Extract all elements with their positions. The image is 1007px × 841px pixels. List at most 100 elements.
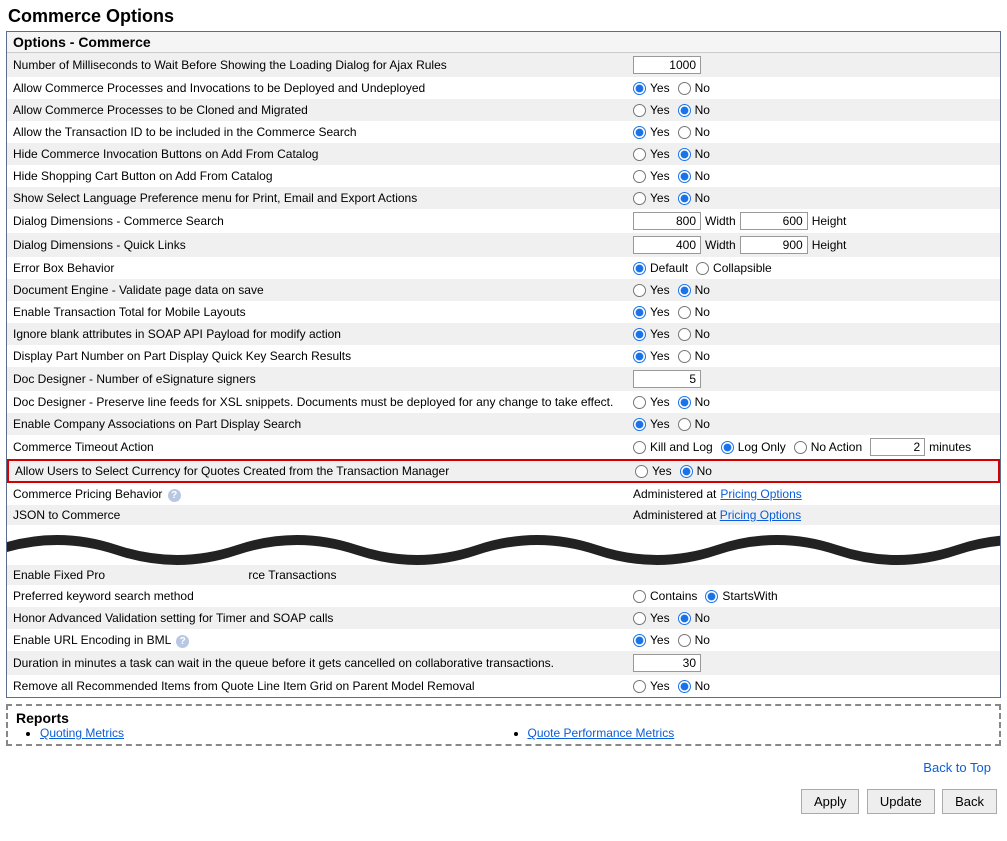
help-icon[interactable]: ? [176,635,189,648]
row-soap-blank: Ignore blank attributes in SOAP API Payl… [7,323,1000,345]
row-linefeed: Doc Designer - Preserve line feeds for X… [7,391,1000,413]
radio-timeout-kill[interactable] [633,441,646,454]
radio-label: Yes [650,349,670,363]
row-fixed-partial: Enable Fixed Pro rce Transactions [7,565,1000,585]
input-dim-quick-h[interactable] [740,236,808,254]
radio-label: Log Only [738,440,786,454]
apply-button[interactable]: Apply [801,789,860,814]
radio-lang-no[interactable] [678,192,691,205]
row-lang-pref: Show Select Language Preference menu for… [7,187,1000,209]
label-text: Enable URL Encoding in BML [13,633,171,647]
radio-txnid-no[interactable] [678,126,691,139]
label-deploy: Allow Commerce Processes and Invocations… [13,81,633,95]
radio-ca-no[interactable] [678,418,691,431]
radio-startswith[interactable] [705,590,718,603]
radio-soap-no[interactable] [678,328,691,341]
link-quote-performance[interactable]: Quote Performance Metrics [528,726,675,740]
radio-removerec-no[interactable] [678,680,691,693]
radio-label: Yes [650,327,670,341]
radio-label: No [695,283,710,297]
radio-errbox-coll[interactable] [696,262,709,275]
radio-clone-no[interactable] [678,104,691,117]
link-quoting-metrics[interactable]: Quoting Metrics [40,726,124,740]
radio-timeout-log[interactable] [721,441,734,454]
radio-currency-no[interactable] [680,465,693,478]
help-icon[interactable]: ? [168,489,181,502]
radio-label: No [695,81,710,95]
radio-hide-inv-yes[interactable] [633,148,646,161]
radio-hide-cart-yes[interactable] [633,170,646,183]
reports-section: Reports Quoting Metrics Quote Performanc… [6,704,1001,746]
input-esig[interactable] [633,370,701,388]
radio-honor-yes[interactable] [633,612,646,625]
radio-urlenc-no[interactable] [678,634,691,647]
radio-lf-yes[interactable] [633,396,646,409]
back-button[interactable]: Back [942,789,997,814]
input-dim-search-w[interactable] [633,212,701,230]
label-timeout: Commerce Timeout Action [13,440,633,454]
radio-ca-yes[interactable] [633,418,646,431]
radio-hide-inv-no[interactable] [678,148,691,161]
row-part-num: Display Part Number on Part Display Quic… [7,345,1000,367]
label-esig: Doc Designer - Number of eSignature sign… [13,372,633,386]
label-remove-rec: Remove all Recommended Items from Quote … [13,679,633,693]
radio-clone-yes[interactable] [633,104,646,117]
radio-label: Kill and Log [650,440,713,454]
radio-label: Yes [650,81,670,95]
label-ms-wait: Number of Milliseconds to Wait Before Sh… [13,58,633,72]
radio-txntot-yes[interactable] [633,306,646,319]
radio-timeout-none[interactable] [794,441,807,454]
row-json-partial: JSON to Commerce Administered at Pricing… [7,505,1000,525]
row-doc-engine: Document Engine - Validate page data on … [7,279,1000,301]
row-currency-highlighted: Allow Users to Select Currency for Quote… [7,459,1000,483]
row-company-assoc: Enable Company Associations on Part Disp… [7,413,1000,435]
label-dim-search: Dialog Dimensions - Commerce Search [13,214,633,228]
link-pricing-options-2[interactable]: Pricing Options [720,508,801,522]
radio-txnid-yes[interactable] [633,126,646,139]
radio-doceng-no[interactable] [678,284,691,297]
radio-label: Yes [650,283,670,297]
radio-label: No [695,611,710,625]
row-url-enc: Enable URL Encoding in BML ? Yes No [7,629,1000,651]
radio-deploy-no[interactable] [678,82,691,95]
input-ms-wait[interactable] [633,56,701,74]
radio-label: Yes [650,633,670,647]
radio-label: Yes [650,305,670,319]
back-to-top-link[interactable]: Back to Top [4,752,1003,783]
radio-label: Collapsible [713,261,772,275]
link-pricing-options[interactable]: Pricing Options [720,487,801,501]
radio-soap-yes[interactable] [633,328,646,341]
radio-label: No [697,464,712,478]
radio-lf-no[interactable] [678,396,691,409]
input-dim-search-h[interactable] [740,212,808,230]
radio-deploy-yes[interactable] [633,82,646,95]
radio-partnum-yes[interactable] [633,350,646,363]
radio-errbox-default[interactable] [633,262,646,275]
radio-honor-no[interactable] [678,612,691,625]
text-width: Width [705,238,736,252]
text-width: Width [705,214,736,228]
radio-urlenc-yes[interactable] [633,634,646,647]
input-duration[interactable] [633,654,701,672]
radio-label: Yes [650,611,670,625]
label-err-box: Error Box Behavior [13,261,633,275]
radio-partnum-no[interactable] [678,350,691,363]
update-button[interactable]: Update [867,789,935,814]
frag-text: rce Transactions [248,568,336,582]
radio-currency-yes[interactable] [635,465,648,478]
radio-contains[interactable] [633,590,646,603]
radio-label: No [695,327,710,341]
radio-txntot-no[interactable] [678,306,691,319]
row-txnid: Allow the Transaction ID to be included … [7,121,1000,143]
options-body: Number of Milliseconds to Wait Before Sh… [7,53,1000,697]
input-timeout-min[interactable] [870,438,925,456]
radio-label: Yes [650,679,670,693]
radio-removerec-yes[interactable] [633,680,646,693]
input-dim-quick-w[interactable] [633,236,701,254]
row-honor: Honor Advanced Validation setting for Ti… [7,607,1000,629]
radio-label: No [695,395,710,409]
radio-hide-cart-no[interactable] [678,170,691,183]
radio-doceng-yes[interactable] [633,284,646,297]
radio-label: No Action [811,440,862,454]
radio-lang-yes[interactable] [633,192,646,205]
